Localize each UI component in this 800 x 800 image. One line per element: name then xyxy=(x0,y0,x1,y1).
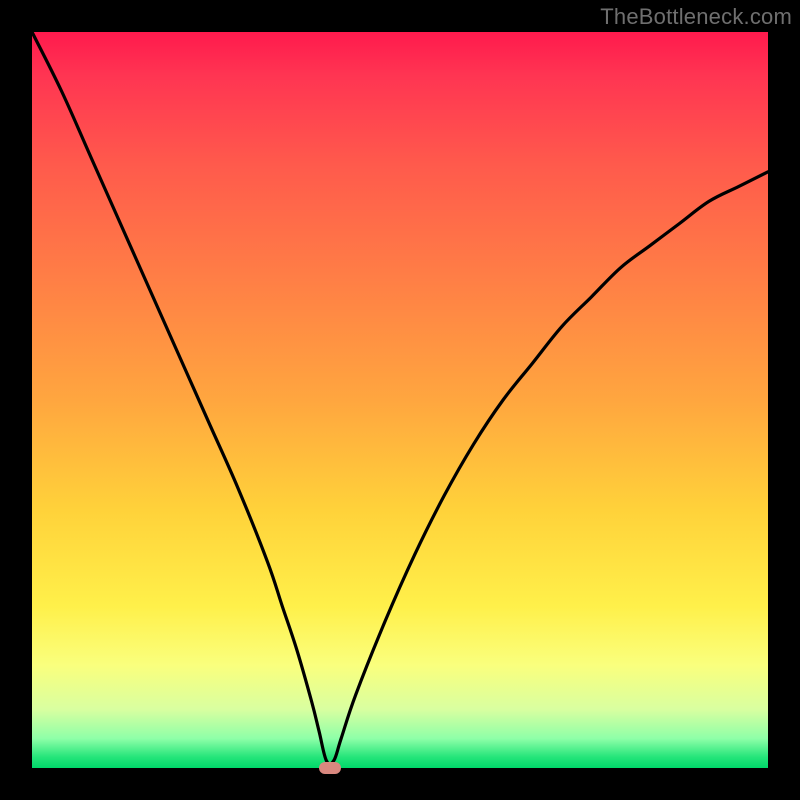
bottleneck-curve xyxy=(32,32,768,768)
watermark-text: TheBottleneck.com xyxy=(600,4,792,30)
chart-frame: TheBottleneck.com xyxy=(0,0,800,800)
plot-area xyxy=(32,32,768,768)
min-marker xyxy=(319,762,341,774)
